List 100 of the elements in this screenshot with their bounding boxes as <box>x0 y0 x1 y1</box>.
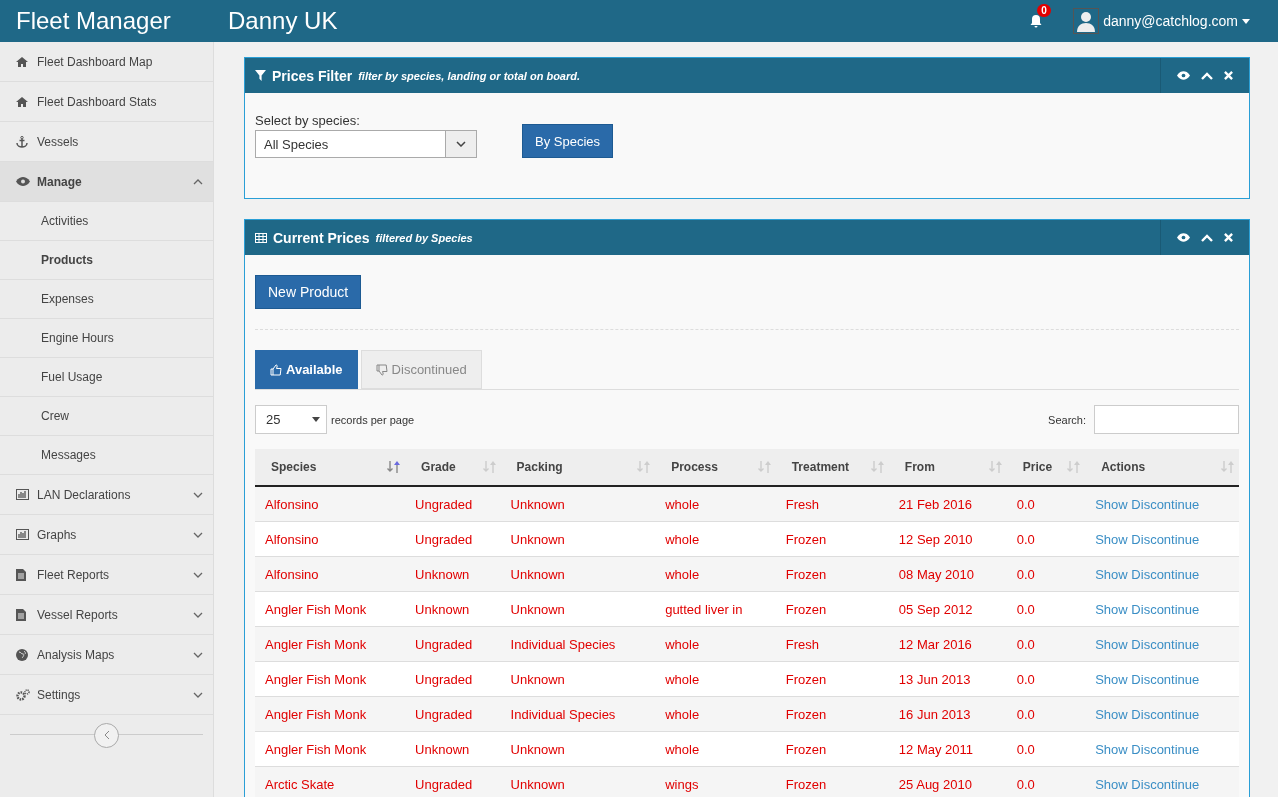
panel-title: Prices Filter <box>272 67 353 84</box>
table-cell: Ungraded <box>405 486 501 522</box>
table-cell: whole <box>655 521 776 557</box>
column-header[interactable]: Treatment <box>775 449 889 486</box>
sidebar-item[interactable]: Analysis Maps <box>0 635 213 675</box>
sidebar-item[interactable]: Fleet Dashboard Stats <box>0 82 213 122</box>
sidebar-label: Vessel Reports <box>37 607 119 622</box>
table-cell: 0.0 <box>1006 521 1086 557</box>
table-cell: Frozen <box>775 696 889 732</box>
bar-chart-icon <box>16 489 29 500</box>
page-size-label: records per page <box>331 413 415 426</box>
caret-icon <box>1242 18 1250 24</box>
table-cell: Frozen <box>775 591 889 627</box>
column-header[interactable]: Actions <box>1085 449 1239 486</box>
sidebar-item[interactable]: LAN Declarations <box>0 475 213 515</box>
discontinue-link[interactable]: Discontinue <box>1131 601 1200 617</box>
submenu-item[interactable]: Products <box>0 241 213 280</box>
sidebar-label: Vessels <box>37 134 80 149</box>
app-title: Fleet Manager <box>16 7 172 35</box>
table-cell: whole <box>655 556 776 592</box>
table-cell: 16 Jun 2013 <box>888 696 1007 732</box>
table-cell: Alfonsino <box>255 486 406 522</box>
panel-title: Current Prices <box>273 229 370 246</box>
table-cell: whole <box>655 626 776 662</box>
column-header[interactable]: Price <box>1006 449 1086 486</box>
column-header[interactable]: From <box>888 449 1007 486</box>
sidebar-item[interactable]: Fleet Dashboard Map <box>0 42 213 82</box>
submenu-item[interactable]: Crew <box>0 397 213 436</box>
new-product-button[interactable]: New Product <box>255 275 362 309</box>
table-cell: Angler Fish Monk <box>255 731 406 767</box>
show-link[interactable]: Show <box>1095 601 1128 617</box>
sidebar-label: Fleet Reports <box>37 567 111 582</box>
sidebar-item[interactable]: Graphs <box>0 515 213 555</box>
table-cell: 0.0 <box>1006 556 1086 592</box>
table-cell: whole <box>655 731 776 767</box>
sidebar-item[interactable]: Manage <box>0 162 213 202</box>
table-cell: 05 Sep 2012 <box>888 591 1007 627</box>
table-cell: Ungraded <box>405 521 501 557</box>
chevron-up-icon[interactable] <box>1201 233 1213 242</box>
submenu-item[interactable]: Expenses <box>0 280 213 319</box>
page-size-select[interactable]: 25 <box>255 405 327 434</box>
table-cell: Unknown <box>500 731 656 767</box>
table-cell: 12 May 2011 <box>888 731 1007 767</box>
column-header[interactable]: Process <box>655 449 776 486</box>
chevron-down-icon <box>456 141 466 147</box>
by-species-button[interactable]: By Species <box>522 124 614 158</box>
submenu-item[interactable]: Engine Hours <box>0 319 213 358</box>
user-menu[interactable]: danny@catchlog.com <box>1103 13 1250 29</box>
table-cell: Arctic Skate <box>255 766 406 797</box>
table-cell: Ungraded <box>405 766 501 797</box>
column-header[interactable]: Species <box>255 449 406 486</box>
home-icon <box>16 56 28 67</box>
submenu-item[interactable]: Fuel Usage <box>0 358 213 397</box>
table-cell: 12 Mar 2016 <box>888 626 1007 662</box>
notification-count: 0 <box>1037 4 1051 17</box>
table-cell: 21 Feb 2016 <box>888 486 1007 522</box>
sidebar-item[interactable]: Fleet Reports <box>0 555 213 595</box>
sidebar-item[interactable]: Vessel Reports <box>0 595 213 635</box>
table-cell: Angler Fish Monk <box>255 626 406 662</box>
thumbs-up-icon <box>270 363 282 376</box>
table-cell: Ungraded <box>405 696 501 732</box>
discontinue-link[interactable]: Discontinue <box>1131 531 1200 547</box>
search-field[interactable] <box>1094 405 1239 434</box>
table-cell: Angler Fish Monk <box>255 661 406 697</box>
sidebar-label: LAN Declarations <box>37 487 132 502</box>
document-icon <box>16 608 26 621</box>
table-cell: Fresh <box>775 486 889 522</box>
show-link[interactable]: Show <box>1095 741 1128 757</box>
table-cell: whole <box>655 486 776 522</box>
eye-icon[interactable] <box>1177 71 1190 80</box>
close-icon[interactable] <box>1224 71 1233 80</box>
eye-icon[interactable] <box>1177 233 1190 242</box>
table-cell: 0.0 <box>1006 661 1086 697</box>
discontinue-link[interactable]: Discontinue <box>1131 741 1200 757</box>
submenu-item[interactable]: Messages <box>0 436 213 475</box>
anchor-icon <box>16 135 28 148</box>
home-icon <box>16 96 28 107</box>
submenu-item[interactable]: Activities <box>0 202 213 241</box>
column-header[interactable]: Packing <box>500 449 656 486</box>
species-select[interactable]: All Species <box>255 130 477 158</box>
thumbs-down-icon <box>375 363 388 376</box>
close-icon[interactable] <box>1224 233 1233 242</box>
table-cell: Individual Species <box>500 696 656 732</box>
bell-icon[interactable] <box>1029 14 1044 28</box>
column-header[interactable]: Grade <box>405 449 501 486</box>
table-cell: Frozen <box>775 556 889 592</box>
table-cell: 0.0 <box>1006 731 1086 767</box>
table-cell: Unknown <box>500 661 656 697</box>
tab[interactable]: Available <box>255 350 358 389</box>
caret-icon <box>312 417 320 422</box>
table-cell: Unknown <box>405 591 501 627</box>
document-icon <box>16 568 26 581</box>
discontinue-link[interactable]: Discontinue <box>1131 671 1200 687</box>
globe-icon <box>16 648 28 661</box>
table-cell: whole <box>655 661 776 697</box>
show-link[interactable]: Show <box>1095 671 1128 687</box>
chevron-up-icon[interactable] <box>1201 71 1213 80</box>
show-link[interactable]: Show <box>1095 531 1128 547</box>
table-cell: 13 Jun 2013 <box>888 661 1007 697</box>
table-cell: Alfonsino <box>255 556 406 592</box>
